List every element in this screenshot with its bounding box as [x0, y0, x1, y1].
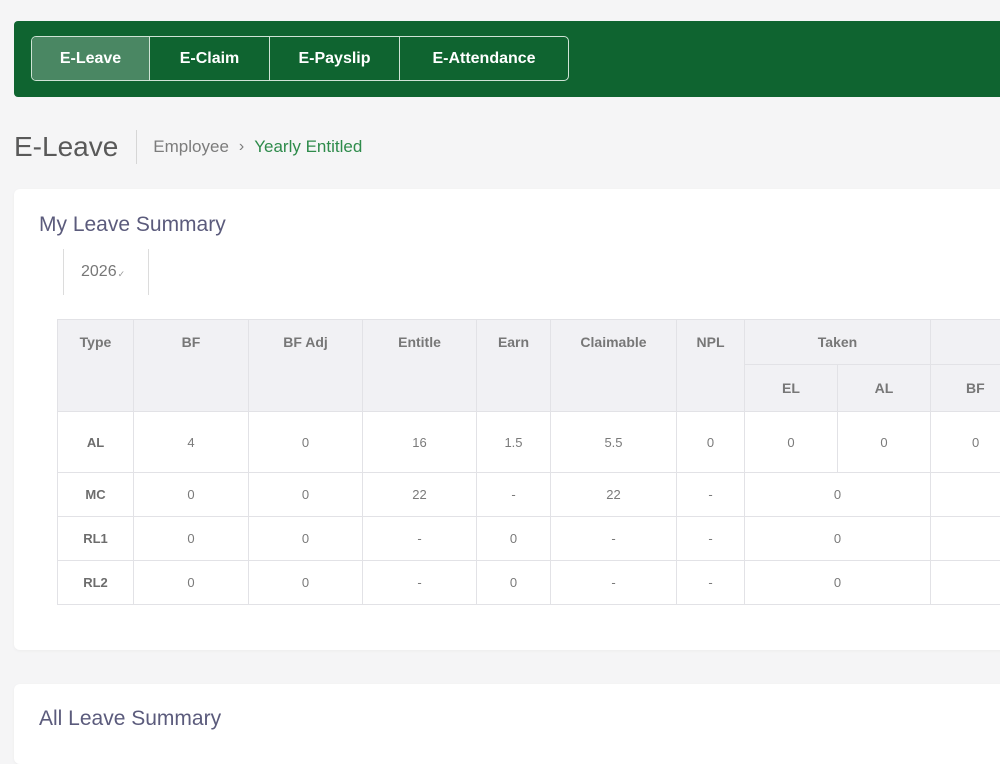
leave-summary-table: Type BF BF Adj Entitle Earn Claimable NP…: [57, 319, 1000, 605]
header-earn: Earn: [477, 320, 551, 412]
cell-bf-adj: 0: [249, 473, 363, 517]
cell-claimable: -: [551, 561, 677, 605]
table-row: RL2 0 0 - 0 - - 0: [58, 561, 1000, 605]
tab-e-attendance[interactable]: E-Attendance: [400, 37, 568, 80]
all-leave-summary-card: All Leave Summary: [14, 684, 1000, 764]
cell-earn: -: [477, 473, 551, 517]
title-divider: [136, 130, 137, 164]
breadcrumb-yearly-entitled: Yearly Entitled: [254, 137, 362, 157]
card-title: All Leave Summary: [39, 707, 221, 731]
cell-bf: 0: [134, 517, 249, 561]
cell-cut: [931, 517, 1000, 561]
cell-entitle: 16: [363, 412, 477, 473]
cell-earn: 0: [477, 517, 551, 561]
year-select-value: 2026: [81, 263, 117, 281]
cell-taken: 0: [745, 517, 931, 561]
cell-taken: 0: [745, 561, 931, 605]
cell-cut: [931, 561, 1000, 605]
cell-taken-el: 0: [745, 412, 838, 473]
cell-npl: 0: [677, 412, 745, 473]
cell-type: RL1: [58, 517, 134, 561]
cell-taken-al: 0: [838, 412, 931, 473]
cell-bf: 0: [134, 561, 249, 605]
cell-claimable: -: [551, 517, 677, 561]
header-bf: BF: [134, 320, 249, 412]
cell-npl: -: [677, 561, 745, 605]
cell-npl: -: [677, 517, 745, 561]
module-tabs: E-Leave E-Claim E-Payslip E-Attendance: [31, 36, 569, 81]
header-npl: NPL: [677, 320, 745, 412]
cell-type: AL: [58, 412, 134, 473]
chevron-right-icon: ›: [239, 138, 244, 156]
header-taken-al: AL: [838, 365, 931, 412]
cell-bf-adj: 0: [249, 561, 363, 605]
header-claimable: Claimable: [551, 320, 677, 412]
header-taken-el: EL: [745, 365, 838, 412]
card-title: My Leave Summary: [39, 213, 226, 237]
tab-e-payslip[interactable]: E-Payslip: [270, 37, 400, 80]
cell-entitle: 22: [363, 473, 477, 517]
cell-cut: [931, 473, 1000, 517]
cell-bf: 0: [134, 473, 249, 517]
tab-e-leave[interactable]: E-Leave: [32, 37, 150, 80]
cell-earn: 0: [477, 561, 551, 605]
my-leave-summary-card: My Leave Summary 2026 ✓ Type BF BF Adj E…: [14, 189, 1000, 650]
header-cut-off: F: [931, 320, 1000, 365]
cell-earn: 1.5: [477, 412, 551, 473]
page-header: E-Leave Employee › Yearly Entitled: [14, 128, 362, 166]
cell-taken: 0: [745, 473, 931, 517]
chevron-down-icon: ✓: [118, 269, 126, 280]
page-title: E-Leave: [14, 131, 118, 163]
cell-claimable: 22: [551, 473, 677, 517]
cell-claimable: 5.5: [551, 412, 677, 473]
cell-bf: 4: [134, 412, 249, 473]
cell-npl: -: [677, 473, 745, 517]
header-taken: Taken: [745, 320, 931, 365]
tab-e-claim[interactable]: E-Claim: [150, 37, 270, 80]
cell-type: RL2: [58, 561, 134, 605]
breadcrumb-employee[interactable]: Employee: [153, 137, 229, 157]
cell-entitle: -: [363, 517, 477, 561]
header-type: Type: [58, 320, 134, 412]
header-cut-bf: BF: [931, 365, 1000, 412]
table-row: AL 4 0 16 1.5 5.5 0 0 0 0: [58, 412, 1000, 473]
header-entitle: Entitle: [363, 320, 477, 412]
cell-type: MC: [58, 473, 134, 517]
cell-bf-adj: 0: [249, 412, 363, 473]
table-row: MC 0 0 22 - 22 - 0: [58, 473, 1000, 517]
table-row: RL1 0 0 - 0 - - 0: [58, 517, 1000, 561]
year-select[interactable]: 2026 ✓: [63, 249, 149, 295]
cell-cut-bf: 0: [931, 412, 1000, 473]
cell-bf-adj: 0: [249, 517, 363, 561]
cell-entitle: -: [363, 561, 477, 605]
header-bf-adj: BF Adj: [249, 320, 363, 412]
